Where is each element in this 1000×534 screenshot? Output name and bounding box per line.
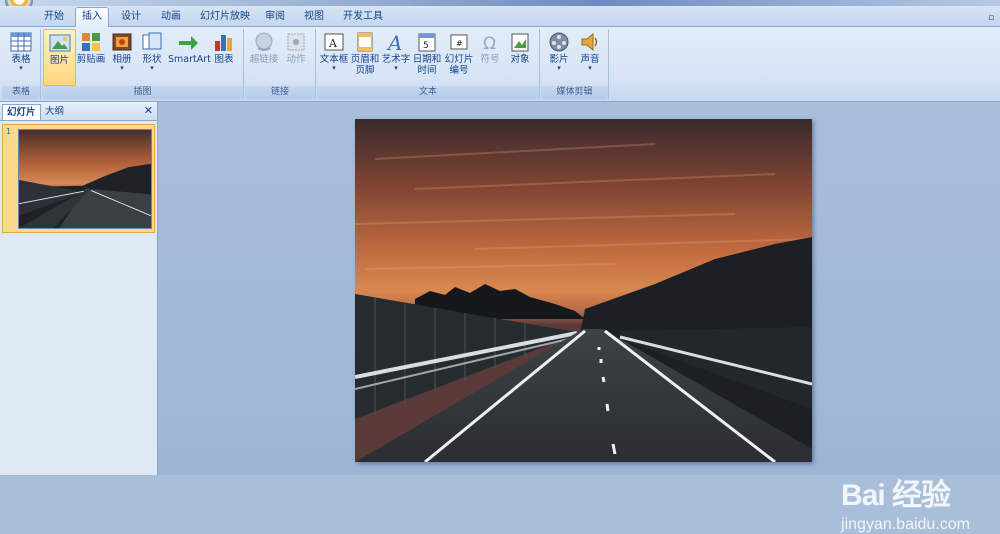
svg-text:A: A — [328, 37, 338, 50]
group-text: A 文本框 ▾ 页眉和页脚 A 艺术字 ▾ 5 日期和时间 # 幻灯片编号 Ω … — [317, 29, 540, 99]
textbox-button[interactable]: A 文本框 ▾ — [319, 29, 349, 72]
picture-icon — [49, 32, 71, 54]
slide-number: 1 — [6, 127, 12, 136]
slide-number-button[interactable]: # 幻灯片编号 — [443, 29, 475, 76]
chart-icon — [213, 31, 235, 53]
group-label-illustrations: 插图 — [42, 86, 243, 99]
symbol-button[interactable]: Ω 符号 — [476, 29, 504, 65]
calendar-icon: 5 — [416, 31, 438, 53]
header-footer-button[interactable]: 页眉和页脚 — [350, 29, 380, 76]
table-button[interactable]: 表格 ▾ — [5, 29, 37, 72]
svg-text:A: A — [386, 31, 402, 53]
group-label-table: 表格 — [2, 86, 40, 99]
slide-thumbnail[interactable]: 1 — [2, 124, 155, 233]
datetime-button[interactable]: 5 日期和时间 — [412, 29, 442, 76]
hyperlink-button[interactable]: 超链接 — [248, 29, 280, 65]
speaker-icon — [579, 31, 601, 53]
smartart-icon — [177, 31, 199, 53]
film-reel-icon — [548, 31, 570, 53]
sound-button[interactable]: 声音 ▾ — [575, 29, 605, 72]
group-label-media: 媒体剪辑 — [541, 86, 608, 99]
slides-pane: 幻灯片 大纲 ✕ 1 — [0, 102, 158, 475]
group-illustrations: 图片 剪贴画 相册 ▾ 形状 ▾ SmartArt 图表 插图 — [42, 29, 244, 99]
group-links: 超链接 动作 链接 — [245, 29, 316, 99]
group-label-links: 链接 — [245, 86, 315, 99]
tab-design[interactable]: 设计 — [115, 8, 147, 25]
action-icon — [285, 31, 307, 53]
album-button[interactable]: 相册 ▾ — [108, 29, 136, 72]
textbox-icon: A — [323, 31, 345, 53]
svg-text:Ω: Ω — [483, 34, 496, 53]
dropdown-arrow-icon: ▾ — [120, 64, 124, 72]
slide-number-label: 幻灯片编号 — [444, 54, 474, 76]
picture-button-label: 图片 — [49, 55, 69, 66]
hyperlink-button-label: 超链接 — [249, 54, 279, 65]
shapes-icon — [141, 31, 163, 53]
dropdown-arrow-icon: ▾ — [332, 64, 336, 72]
clipart-button-label: 剪贴画 — [76, 54, 106, 65]
baidu-jingyan-watermark: Bai 经验 jingyan.baidu.com — [841, 470, 970, 534]
ribbon: 表格 ▾ 表格 图片 剪贴画 相册 ▾ 形状 ▾ SmartArt 图表 插图 … — [0, 27, 1000, 102]
shapes-button[interactable]: 形状 ▾ — [138, 29, 166, 72]
clipart-button[interactable]: 剪贴画 — [76, 29, 106, 65]
dropdown-arrow-icon: ▾ — [19, 64, 23, 72]
tab-insert[interactable]: 插入 — [75, 7, 109, 27]
tab-view[interactable]: 视图 — [298, 8, 330, 25]
object-button[interactable]: 对象 — [505, 29, 535, 65]
movie-button[interactable]: 影片 ▾ — [544, 29, 574, 72]
clipart-icon — [80, 31, 102, 53]
slide-number-icon: # — [448, 31, 470, 53]
watermark-logo: Bai 经验 — [841, 479, 951, 512]
group-label-text: 文本 — [317, 86, 539, 99]
ribbon-help-icon[interactable]: ▫ — [986, 13, 996, 23]
tab-review[interactable]: 审阅 — [259, 8, 291, 25]
tab-outline[interactable]: 大纲 — [41, 104, 68, 119]
watermark-url: jingyan.baidu.com — [841, 516, 970, 533]
wordart-icon: A — [385, 31, 407, 53]
dropdown-arrow-icon: ▾ — [557, 64, 561, 72]
group-media: 影片 ▾ 声音 ▾ 媒体剪辑 — [541, 29, 609, 99]
symbol-button-label: 符号 — [480, 54, 500, 65]
tab-animation[interactable]: 动画 — [155, 8, 187, 25]
object-button-label: 对象 — [510, 54, 530, 65]
svg-text:5: 5 — [423, 41, 429, 51]
photo-album-icon — [111, 31, 133, 53]
close-icon[interactable]: ✕ — [144, 104, 153, 117]
slide-edit-area: Bai 经验 jingyan.baidu.com — [158, 102, 1000, 533]
tab-developer[interactable]: 开发工具 — [337, 8, 389, 25]
picture-button[interactable]: 图片 — [43, 29, 76, 86]
object-icon — [509, 31, 531, 53]
smartart-button[interactable]: SmartArt — [168, 29, 211, 65]
slide-canvas[interactable] — [355, 119, 812, 462]
hyperlink-globe-icon — [253, 31, 275, 53]
slide-thumbnail-image — [18, 129, 152, 229]
highway-sunset-photo — [355, 119, 812, 462]
smartart-button-label: SmartArt — [168, 54, 211, 65]
omega-symbol-icon: Ω — [479, 31, 501, 53]
ribbon-tabs: 开始 插入 设计 动画 幻灯片放映 审阅 视图 开发工具 ▫ — [0, 6, 1000, 27]
group-table: 表格 ▾ 表格 — [2, 29, 41, 99]
table-icon — [10, 31, 32, 53]
dropdown-arrow-icon: ▾ — [150, 64, 154, 72]
action-button[interactable]: 动作 — [281, 29, 311, 65]
header-footer-label: 页眉和页脚 — [350, 54, 380, 76]
pane-tabs: 幻灯片 大纲 ✕ — [0, 102, 157, 121]
tab-home[interactable]: 开始 — [38, 8, 70, 25]
svg-text:#: # — [456, 39, 463, 48]
datetime-label: 日期和时间 — [412, 54, 442, 76]
tab-slideshow[interactable]: 幻灯片放映 — [194, 8, 256, 25]
action-button-label: 动作 — [286, 54, 306, 65]
chart-button-label: 图表 — [214, 54, 234, 65]
dropdown-arrow-icon: ▾ — [588, 64, 592, 72]
tab-slides[interactable]: 幻灯片 — [2, 104, 41, 120]
wordart-button[interactable]: A 艺术字 ▾ — [381, 29, 411, 72]
chart-button[interactable]: 图表 — [210, 29, 238, 65]
header-footer-icon — [354, 31, 376, 53]
dropdown-arrow-icon: ▾ — [394, 64, 398, 72]
